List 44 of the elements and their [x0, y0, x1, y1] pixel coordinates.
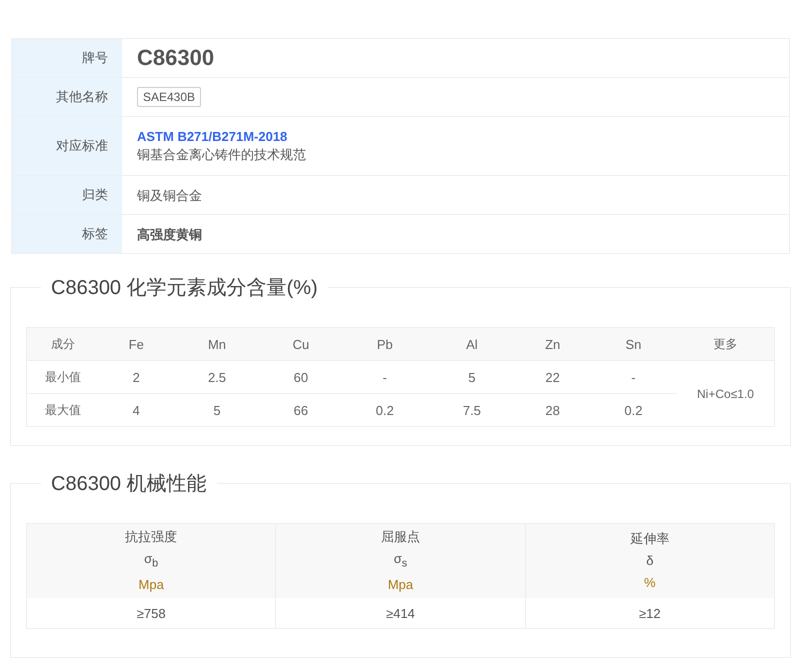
field-label: 牌号: [12, 39, 122, 77]
field-label: 归类: [12, 176, 122, 214]
field-label: 标签: [12, 215, 122, 253]
table-header: 延伸率 δ %: [526, 524, 774, 598]
table-header: Sn: [590, 328, 677, 360]
section-title: C86300 化学元素成分含量(%): [50, 276, 319, 301]
section-title: C86300 机械性能: [50, 472, 208, 497]
table-header: Zn: [515, 328, 590, 360]
table-cell: 60: [260, 360, 342, 394]
table-header: Mn: [173, 328, 261, 360]
label-text: 高强度黄铜: [137, 226, 202, 244]
table-header: Al: [428, 328, 516, 360]
table-header: Pb: [341, 328, 428, 360]
table-cell-text: ≥414: [385, 604, 416, 622]
table-header: 屈服点 σ$_{s}$ Mpa: [276, 524, 525, 598]
table-cell: 0.2: [341, 394, 428, 426]
category-text: 铜及铜合金: [137, 187, 202, 205]
table-cell: 7.5: [428, 394, 516, 426]
table-header: 抗拉强度 σ$_{b}$ Mpa: [27, 524, 276, 598]
table-cell: 5: [428, 360, 516, 394]
table-cell: 2: [99, 360, 174, 394]
row-label: 最大值: [26, 394, 99, 426]
standard-link[interactable]: ASTM B271/B271M-2018: [137, 128, 288, 144]
table-cell-text: ≥12: [638, 604, 662, 622]
table-header: 成分: [26, 328, 99, 360]
row-label: 最小值: [26, 360, 99, 394]
field-label: 对应标准: [12, 117, 122, 175]
table-cell: 2.5: [173, 360, 261, 394]
table-header: Fe: [99, 328, 174, 360]
table-cell: -: [341, 360, 428, 394]
table-cell: Ni+Co≤1.0: [677, 360, 774, 426]
table-cell: 4: [99, 394, 174, 426]
table-header: Cu: [260, 328, 342, 360]
table-cell: 66: [260, 394, 342, 426]
field-label: 其他名称: [12, 78, 122, 116]
table-cell: 28: [515, 394, 590, 426]
table-header: 更多: [677, 328, 774, 360]
table-cell: 0.2: [590, 394, 677, 426]
table-cell-text: ≥758: [136, 604, 167, 622]
standard-description: 铜基合金离心铸件的技术规范: [137, 146, 306, 164]
table-cell: 22: [515, 360, 590, 394]
grade-title: C86300: [137, 45, 214, 71]
alias-tag: SAE430B: [137, 87, 202, 107]
table-cell: 5: [173, 394, 261, 426]
